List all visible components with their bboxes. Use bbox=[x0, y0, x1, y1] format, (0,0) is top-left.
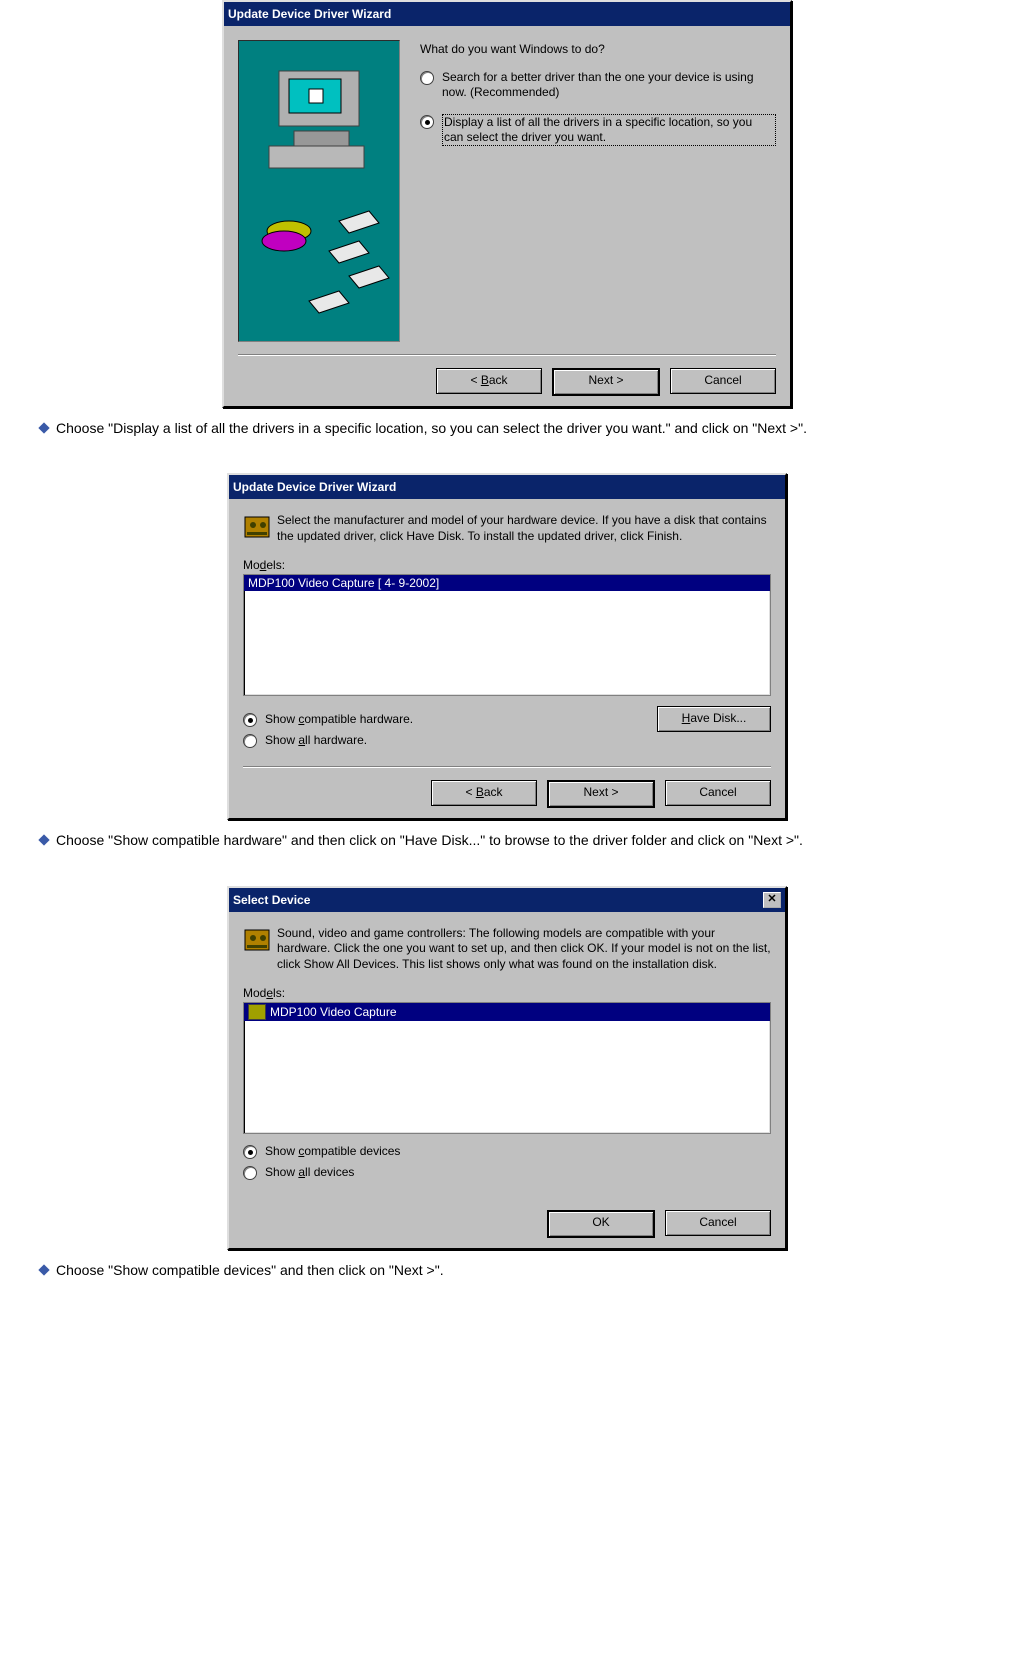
radio-label: Show all hardware. bbox=[265, 733, 367, 748]
radio-label: Show compatible devices bbox=[265, 1144, 400, 1159]
radio-label: Show compatible hardware. bbox=[265, 712, 413, 727]
radio-all-devices[interactable]: Show all devices bbox=[243, 1165, 771, 1180]
radio-icon bbox=[243, 1145, 257, 1159]
radio-icon bbox=[243, 1166, 257, 1180]
cancel-button[interactable]: Cancel bbox=[665, 780, 771, 806]
radio-compatible-devices[interactable]: Show compatible devices bbox=[243, 1144, 771, 1159]
titlebar: Select Device ✕ bbox=[229, 888, 785, 912]
instruction-text: Choose "Display a list of all the driver… bbox=[56, 419, 807, 437]
dialog-wizard-step2: Update Device Driver Wizard Select the m… bbox=[227, 473, 787, 820]
instruction-1: Choose "Display a list of all the driver… bbox=[0, 413, 1014, 443]
back-button[interactable]: < Back bbox=[436, 368, 542, 394]
radio-search-better[interactable]: Search for a better driver than the one … bbox=[420, 70, 776, 100]
radio-icon bbox=[420, 115, 434, 129]
radio-compatible-hw[interactable]: Show compatible hardware. bbox=[243, 712, 413, 727]
question-text: What do you want Windows to do? bbox=[420, 42, 776, 56]
bullet-icon bbox=[38, 422, 49, 433]
titlebar: Update Device Driver Wizard bbox=[224, 2, 790, 26]
list-item[interactable]: MDP100 Video Capture bbox=[244, 1003, 770, 1021]
divider bbox=[243, 766, 771, 768]
have-disk-button[interactable]: Have Disk... bbox=[657, 706, 771, 732]
radio-label: Search for a better driver than the one … bbox=[442, 70, 776, 100]
window-title: Select Device bbox=[233, 893, 763, 907]
next-button[interactable]: Next > bbox=[552, 368, 660, 396]
divider bbox=[238, 354, 776, 356]
list-item-text: MDP100 Video Capture bbox=[270, 1005, 397, 1019]
bullet-icon bbox=[38, 1265, 49, 1276]
intro-text: Select the manufacturer and model of you… bbox=[277, 513, 771, 544]
models-label: Models: bbox=[243, 986, 771, 1000]
instruction-2: Choose "Show compatible hardware" and th… bbox=[0, 825, 1014, 855]
instruction-text: Choose "Show compatible hardware" and th… bbox=[56, 831, 803, 849]
models-listbox[interactable]: MDP100 Video Capture [ 4- 9-2002] bbox=[243, 574, 771, 696]
ok-button[interactable]: OK bbox=[547, 1210, 655, 1238]
window-title: Update Device Driver Wizard bbox=[228, 7, 786, 21]
models-label: Models: bbox=[243, 558, 771, 572]
close-button[interactable]: ✕ bbox=[763, 892, 781, 908]
radio-icon bbox=[243, 713, 257, 727]
titlebar: Update Device Driver Wizard bbox=[229, 475, 785, 499]
models-listbox[interactable]: MDP100 Video Capture bbox=[243, 1002, 771, 1134]
bullet-icon bbox=[38, 835, 49, 846]
radio-label: Show all devices bbox=[265, 1165, 354, 1180]
back-button[interactable]: < Back bbox=[431, 780, 537, 806]
film-reel-icon bbox=[243, 513, 277, 544]
radio-icon bbox=[420, 71, 434, 85]
radio-all-hw[interactable]: Show all hardware. bbox=[243, 733, 413, 748]
cancel-button[interactable]: Cancel bbox=[670, 368, 776, 394]
window-title: Update Device Driver Wizard bbox=[233, 480, 781, 494]
radio-icon bbox=[243, 734, 257, 748]
intro-text: Sound, video and game controllers: The f… bbox=[277, 926, 771, 973]
wizard-sidebar-image bbox=[238, 40, 400, 342]
cancel-button[interactable]: Cancel bbox=[665, 1210, 771, 1236]
next-button[interactable]: Next > bbox=[547, 780, 655, 808]
instruction-text: Choose "Show compatible devices" and the… bbox=[56, 1261, 444, 1279]
dialog-wizard-step1: Update Device Driver Wizard bbox=[222, 0, 792, 408]
radio-display-list[interactable]: Display a list of all the drivers in a s… bbox=[420, 114, 776, 146]
dialog-select-device: Select Device ✕ Sound, video and game co… bbox=[227, 886, 787, 1251]
instruction-3: Choose "Show compatible devices" and the… bbox=[0, 1255, 1014, 1285]
list-item[interactable]: MDP100 Video Capture [ 4- 9-2002] bbox=[244, 575, 770, 591]
radio-label: Display a list of all the drivers in a s… bbox=[442, 114, 776, 146]
film-reel-icon bbox=[243, 926, 277, 973]
